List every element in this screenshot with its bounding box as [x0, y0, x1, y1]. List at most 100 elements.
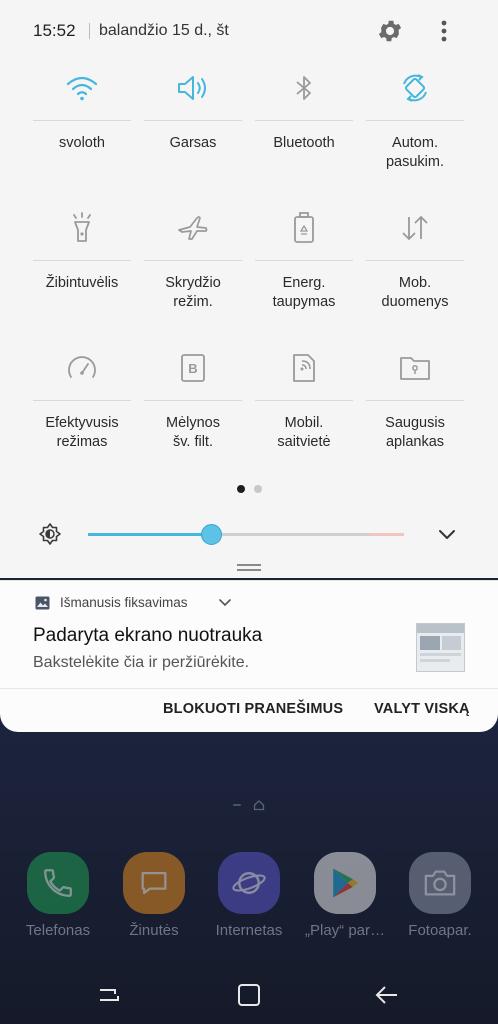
tile-divider [255, 120, 353, 121]
tile-flashlight[interactable]: Žibintuvėlis [33, 200, 131, 330]
home-button-icon[interactable] [234, 980, 264, 1010]
tile-label: Mėlynos šv. filt. [166, 415, 220, 450]
clock: 15:52 [33, 21, 76, 40]
tile-wifi[interactable]: svoloth [33, 60, 131, 190]
recent-apps-icon[interactable] [94, 980, 124, 1010]
back-icon[interactable] [372, 980, 402, 1010]
app-label: Žinutės [129, 922, 179, 939]
camera-icon [409, 852, 471, 914]
tile-secure-folder[interactable]: Saugusis aplankas [366, 340, 464, 470]
tile-divider [366, 400, 464, 401]
panel-drag-handle[interactable] [237, 564, 261, 571]
brightness-slider-fill [88, 533, 211, 536]
block-notifications-button[interactable]: BLOKUOTI PRANEŠIMUS [163, 701, 343, 717]
app-phone[interactable]: Telefonas [10, 852, 106, 939]
tile-bluetooth[interactable]: Bluetooth [255, 60, 353, 190]
phone-icon [27, 852, 89, 914]
hotspot-icon [255, 340, 353, 396]
messages-icon [123, 852, 185, 914]
tile-divider [366, 120, 464, 121]
tile-divider [144, 120, 242, 121]
app-play-store[interactable]: „Play“ par… [297, 852, 393, 939]
brightness-icon [39, 523, 61, 545]
tile-label: Garsas [169, 135, 217, 151]
tile-divider [33, 260, 131, 261]
internet-icon [218, 852, 280, 914]
app-label: „Play“ par… [304, 922, 386, 939]
notification-app-name: Išmanusis fiksavimas [60, 595, 188, 610]
page-dot-active[interactable] [236, 485, 245, 493]
page-dot[interactable] [253, 485, 262, 493]
flashlight-icon [33, 200, 131, 256]
tile-label: Efektyvusis režimas [45, 415, 119, 450]
bluetooth-icon [255, 60, 353, 116]
chevron-down-icon[interactable] [218, 597, 232, 609]
play-store-icon [314, 852, 376, 914]
navigation-bar [0, 962, 498, 1024]
app-label: Internetas [215, 922, 283, 939]
tile-label: Bluetooth [273, 135, 335, 151]
app-label: Telefonas [25, 922, 91, 939]
tile-divider [366, 260, 464, 261]
app-messages[interactable]: Žinutės [106, 852, 202, 939]
tile-label: Skrydžio režim. [165, 275, 221, 310]
image-icon [35, 596, 50, 610]
tile-label: Saugusis aplankas [385, 415, 445, 450]
auto-rotate-icon [366, 60, 464, 116]
tile-label: Mobil. saitvietė [277, 415, 331, 450]
notification-divider [0, 688, 498, 689]
home-page-icon [253, 800, 265, 811]
home-page-indicator [0, 797, 498, 813]
tile-divider [33, 120, 131, 121]
screenshot-thumbnail[interactable] [416, 623, 465, 672]
tile-label: svoloth [59, 135, 105, 151]
tile-divider [144, 260, 242, 261]
sound-icon [144, 60, 242, 116]
tile-divider [33, 400, 131, 401]
app-label: Fotoapar. [408, 922, 472, 939]
app-dock: Telefonas Žinutės Internetas „Play“ par…… [0, 852, 498, 952]
app-internet[interactable]: Internetas [201, 852, 297, 939]
date: balandžio 15 d., št [99, 22, 229, 39]
tile-sound[interactable]: Garsas [144, 60, 242, 190]
tile-auto-rotate[interactable]: Autom. pasukim. [366, 60, 464, 190]
more-vertical-icon[interactable] [432, 16, 456, 46]
svg-text:B: B [188, 361, 197, 376]
tile-label: Žibintuvėlis [45, 275, 119, 291]
tile-divider [255, 260, 353, 261]
mobile-data-icon [366, 200, 464, 256]
airplane-icon [144, 200, 242, 256]
notification-text: Bakstelėkite čia ir peržiūrėkite. [33, 654, 250, 671]
tile-airplane-mode[interactable]: Skrydžio režim. [144, 200, 242, 330]
tile-performance-mode[interactable]: Efektyvusis režimas [33, 340, 131, 470]
quick-settings-panel: 15:52 balandžio 15 d., št svoloth Garsas… [0, 0, 498, 578]
notification-actions: BLOKUOTI PRANEŠIMUS VALYT VISKĄ [0, 701, 498, 723]
tile-mobile-data[interactable]: Mob. duomenys [366, 200, 464, 330]
panel-header: 15:52 balandžio 15 d., št [0, 0, 498, 62]
battery-saver-icon [255, 200, 353, 256]
tile-label: Autom. pasukim. [385, 135, 445, 170]
gear-icon[interactable] [376, 17, 404, 45]
clear-all-button[interactable]: VALYT VISKĄ [374, 701, 470, 717]
blue-light-filter-icon: B [144, 340, 242, 396]
notification-card[interactable]: Išmanusis fiksavimas Padaryta ekrano nuo… [0, 580, 498, 732]
brightness-control [0, 514, 498, 554]
wifi-icon [33, 60, 131, 116]
brightness-slider-thumb[interactable] [201, 524, 222, 545]
tile-label: Energ. taupymas [272, 275, 336, 310]
header-divider [89, 23, 90, 39]
performance-icon [33, 340, 131, 396]
page-indicator-dash [233, 804, 241, 806]
tile-power-saving[interactable]: Energ. taupymas [255, 200, 353, 330]
notification-title: Padaryta ekrano nuotrauka [33, 625, 263, 646]
page-indicator [0, 485, 498, 495]
tile-divider [255, 400, 353, 401]
tile-blue-light-filter[interactable]: B Mėlynos šv. filt. [144, 340, 242, 470]
tile-label: Mob. duomenys [381, 275, 449, 310]
secure-folder-icon [366, 340, 464, 396]
tile-divider [144, 400, 242, 401]
chevron-down-icon[interactable] [436, 523, 458, 545]
app-camera[interactable]: Fotoapar. [392, 852, 488, 939]
tile-mobile-hotspot[interactable]: Mobil. saitvietė [255, 340, 353, 470]
brightness-slider[interactable] [88, 524, 404, 545]
